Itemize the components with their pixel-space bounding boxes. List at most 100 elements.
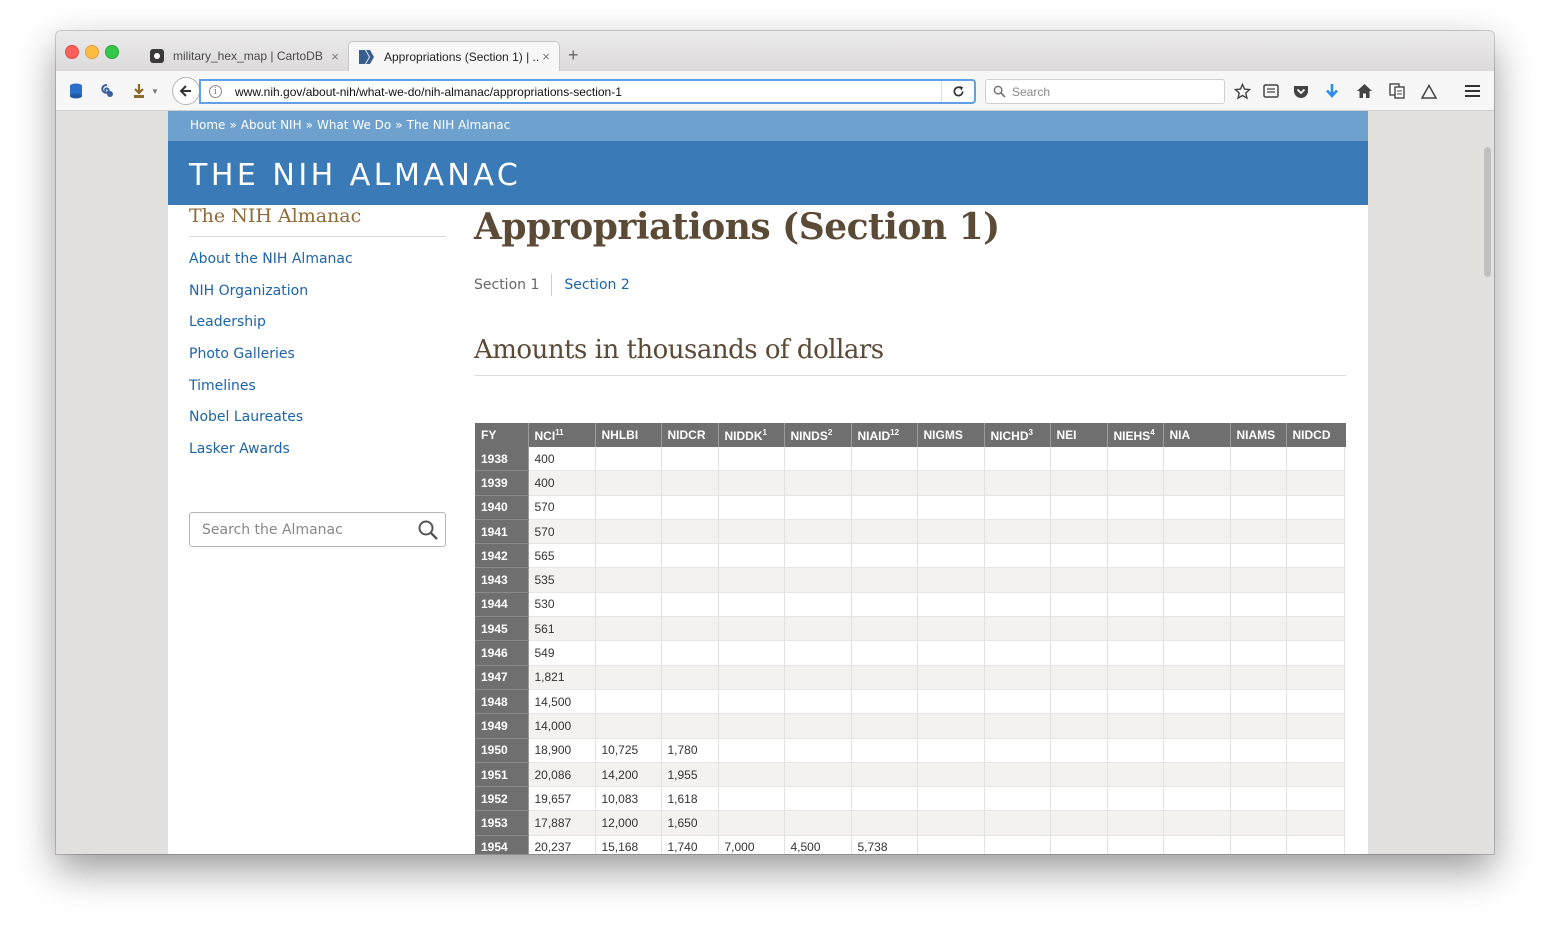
tab-cartodb[interactable]: military_hex_map | CartoDB × xyxy=(142,41,348,71)
amount-cell xyxy=(1107,543,1164,569)
column-header: NINDS2 xyxy=(784,423,852,447)
breadcrumb-home[interactable]: Home xyxy=(190,118,225,132)
sidebar-item-nih-organization[interactable]: NIH Organization xyxy=(189,280,446,312)
new-tab-button[interactable]: + xyxy=(568,45,579,65)
hamburger-menu-icon[interactable] xyxy=(1462,81,1482,101)
amount-cell xyxy=(718,786,785,812)
amount-cell xyxy=(984,592,1051,618)
nih-page: Home» About NIH» What We Do» The NIH Almana… xyxy=(168,111,1368,854)
amount-cell xyxy=(1286,495,1345,520)
amount-cell: 535 xyxy=(528,567,596,593)
reading-list-icon[interactable] xyxy=(1261,81,1281,101)
breadcrumb-about-nih[interactable]: About NIH xyxy=(241,118,302,132)
tab-close-icon[interactable]: × xyxy=(539,49,553,64)
amount-cell xyxy=(1050,786,1108,812)
amount-cell xyxy=(917,810,985,836)
fiscal-year-cell: 1950 xyxy=(475,738,529,763)
navigation-toolbar: ▼ i www.nih.gov/about-nih/what-we-do/nih… xyxy=(56,71,1494,111)
amount-cell xyxy=(917,689,985,715)
amount-cell xyxy=(784,713,852,739)
downloads-arrow-icon[interactable] xyxy=(1322,81,1342,101)
back-button[interactable] xyxy=(172,77,200,105)
amount-cell xyxy=(851,470,918,496)
tab-section-1[interactable]: Section 1 xyxy=(474,274,553,296)
table-row: 1949 14,000 xyxy=(475,713,1345,739)
amount-cell xyxy=(1107,689,1164,715)
appropriations-table: FY NCI11 NHLBI NIDCR NIDDK1 NINDS2 NIAID12 NIGM… xyxy=(475,423,1345,854)
amount-cell xyxy=(917,762,985,788)
amount-cell xyxy=(1107,786,1164,812)
amount-cell xyxy=(718,689,785,715)
amount-cell xyxy=(1286,543,1345,569)
amount-cell xyxy=(1050,665,1108,690)
amount-cell: 4,500 xyxy=(784,835,852,854)
column-header-label: NCI xyxy=(534,428,556,443)
pocket-icon[interactable] xyxy=(1291,81,1311,101)
amount-cell: 1,740 xyxy=(661,835,719,854)
sidebar-title[interactable]: The NIH Almanac xyxy=(189,205,446,237)
sidebar-item-nobel-laureates[interactable]: Nobel Laureates xyxy=(189,406,446,438)
amount-cell xyxy=(595,592,662,618)
tab-section-2[interactable]: Section 2 xyxy=(552,274,629,296)
column-header-label: NIEHS xyxy=(1113,428,1151,443)
column-header-label: NIA xyxy=(1169,428,1191,442)
home-icon[interactable] xyxy=(1354,81,1374,101)
amount-cell xyxy=(1286,835,1345,854)
close-window-button[interactable] xyxy=(65,45,79,59)
bookmark-star-icon[interactable] xyxy=(1232,81,1252,101)
search-icon xyxy=(993,85,1006,98)
amount-cell xyxy=(1230,665,1287,690)
url-bar[interactable]: i www.nih.gov/about-nih/what-we-do/nih-a… xyxy=(199,79,976,104)
column-header-label: NIAMS xyxy=(1236,428,1276,442)
fiscal-year-cell: 1941 xyxy=(475,519,529,545)
amount-cell xyxy=(1050,713,1108,739)
banner-title[interactable]: THE NIH ALMANAC xyxy=(189,158,521,193)
amount-cell xyxy=(917,592,985,618)
search-icon[interactable] xyxy=(417,519,439,541)
browser-search-field[interactable]: Search xyxy=(985,79,1225,104)
amount-cell: 12,000 xyxy=(595,810,662,836)
table-row: 1953 17,887 12,000 1,650 xyxy=(475,810,1345,836)
minimize-window-button[interactable] xyxy=(85,45,99,59)
url-domain: www.nih.gov xyxy=(235,85,303,99)
url-text[interactable]: www.nih.gov/about-nih/what-we-do/nih-alm… xyxy=(235,85,622,99)
almanac-search-input[interactable]: Search the Almanac xyxy=(189,512,446,547)
sidebar-item-photo-galleries[interactable]: Photo Galleries xyxy=(189,343,446,375)
amount-cell xyxy=(661,543,719,569)
column-header: NEI xyxy=(1050,423,1108,447)
tab-close-icon[interactable]: × xyxy=(328,49,342,64)
sidebar-item-about-almanac[interactable]: About the NIH Almanac xyxy=(189,248,446,280)
extension-swirl-icon[interactable] xyxy=(97,81,117,101)
amount-cell xyxy=(984,713,1051,739)
sidebar-item-leadership[interactable]: Leadership xyxy=(189,311,446,343)
download-helper-icon[interactable] xyxy=(129,81,149,101)
amount-cell xyxy=(595,447,662,472)
amount-cell: 14,200 xyxy=(595,762,662,788)
reload-icon[interactable] xyxy=(941,81,974,102)
amount-cell xyxy=(851,762,918,788)
amount-cell xyxy=(851,640,918,666)
database-icon[interactable] xyxy=(66,81,86,101)
breadcrumb-nih-almanac[interactable]: The NIH Almanac xyxy=(407,118,511,132)
copy-pages-icon[interactable] xyxy=(1387,81,1407,101)
amount-cell xyxy=(718,592,785,618)
section-tabs: Section 1 Section 2 xyxy=(474,274,630,296)
triangle-extension-icon[interactable] xyxy=(1419,81,1439,101)
fiscal-year-cell: 1944 xyxy=(475,592,529,618)
site-info-icon[interactable]: i xyxy=(209,85,222,98)
amount-cell xyxy=(1230,640,1287,666)
table-body: 1938 400 1939 400 1940 570 1941 570 1942 565 1943 5… xyxy=(475,447,1345,854)
zoom-window-button[interactable] xyxy=(105,45,119,59)
sidebar-item-timelines[interactable]: Timelines xyxy=(189,375,446,407)
sidebar-item-lasker-awards[interactable]: Lasker Awards xyxy=(189,438,446,470)
browser-search-placeholder: Search xyxy=(1012,85,1051,99)
fiscal-year-cell: 1945 xyxy=(475,616,529,642)
amount-cell xyxy=(851,567,918,593)
column-header: NIDCD xyxy=(1286,423,1345,447)
fiscal-year-cell: 1954 xyxy=(475,835,529,854)
vertical-scrollbar[interactable] xyxy=(1484,147,1491,277)
amount-cell xyxy=(784,470,852,496)
tab-appropriations[interactable]: Appropriations (Section 1) | ... × xyxy=(348,41,560,71)
chevron-down-icon[interactable]: ▼ xyxy=(150,81,160,101)
breadcrumb-what-we-do[interactable]: What We Do xyxy=(317,118,391,132)
